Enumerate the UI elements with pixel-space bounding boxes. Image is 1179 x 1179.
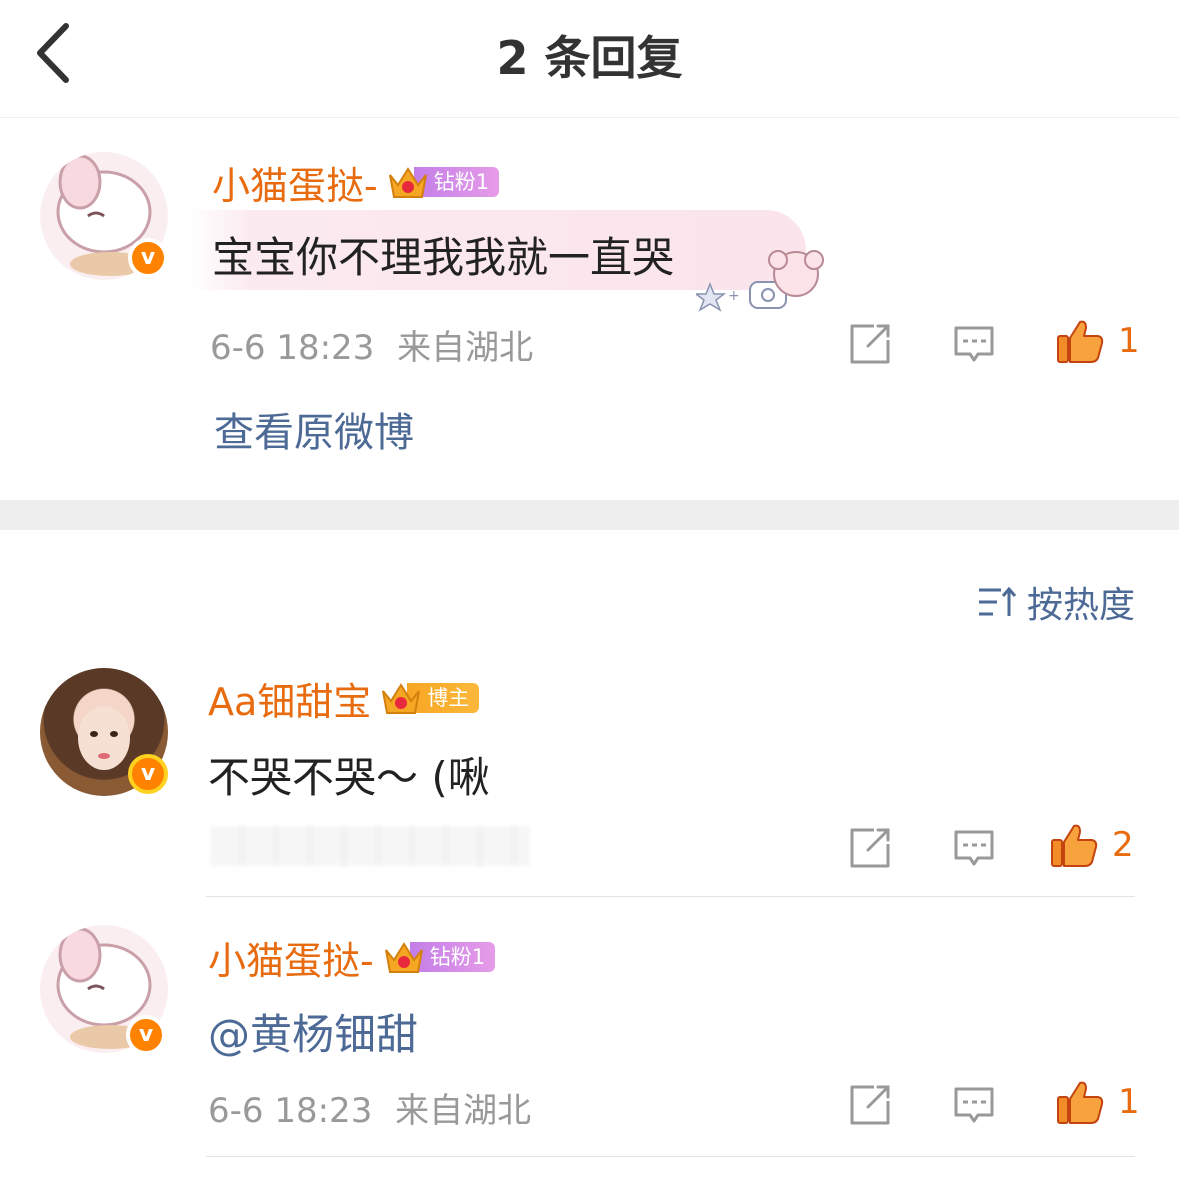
repost-button[interactable] bbox=[848, 322, 892, 366]
sort-label: 按热度 bbox=[1026, 585, 1135, 626]
comment-author: 小猫蛋挞- 钻粉1 bbox=[208, 930, 496, 985]
fan-badge[interactable]: 钻粉1 bbox=[382, 938, 496, 976]
fan-badge[interactable]: 钻粉1 bbox=[386, 163, 500, 201]
comment-button[interactable] bbox=[952, 322, 996, 366]
comment-button[interactable] bbox=[952, 826, 996, 870]
like-count: 2 bbox=[1112, 825, 1134, 865]
comment-author: 小猫蛋挞- 钻粉1 bbox=[212, 155, 500, 210]
thumbs-up-icon bbox=[1057, 320, 1104, 363]
like-button[interactable]: 1 bbox=[1056, 1079, 1140, 1125]
comment-author: Aa钿甜宝 博主 bbox=[208, 671, 480, 726]
reply-divider bbox=[206, 1156, 1135, 1157]
username-link[interactable]: 小猫蛋挞- bbox=[208, 930, 374, 985]
repost-button[interactable] bbox=[848, 1083, 892, 1127]
thumbs-up-icon bbox=[1057, 1081, 1104, 1124]
repost-icon bbox=[850, 1085, 890, 1125]
page-title: 2 条回复 bbox=[496, 31, 683, 85]
reply-item: v 小猫蛋挞- 钻粉1 @黄杨钿甜 6-6 18:23 来自湖北 1 bbox=[0, 897, 1179, 1157]
host-badge[interactable]: 博主 bbox=[379, 679, 480, 717]
verified-badge-icon: v bbox=[128, 754, 168, 794]
svg-text:+: + bbox=[728, 288, 740, 304]
verified-badge-icon: v bbox=[126, 1015, 166, 1055]
top-nav-bar: 2 条回复 bbox=[0, 0, 1179, 118]
reply-item: v Aa钿甜宝 博主 不哭不哭～ (啾 2 bbox=[0, 640, 1179, 896]
repost-icon bbox=[850, 828, 890, 868]
like-count: 1 bbox=[1118, 321, 1140, 361]
like-count: 1 bbox=[1118, 1082, 1140, 1122]
blurred-comment-meta bbox=[210, 826, 530, 866]
like-button[interactable]: 2 bbox=[1050, 822, 1134, 868]
comment-icon bbox=[954, 1087, 994, 1123]
comment-text: 不哭不哭～ (啾 bbox=[208, 753, 490, 802]
comment-meta: 6-6 18:23 来自湖北 bbox=[210, 320, 533, 369]
crown-icon bbox=[388, 167, 427, 198]
sort-icon bbox=[978, 586, 1017, 616]
verified-badge-icon: v bbox=[128, 238, 168, 278]
section-divider bbox=[0, 500, 1179, 530]
mention-link[interactable]: @黄杨钿甜 bbox=[208, 1001, 418, 1062]
crown-icon bbox=[382, 683, 421, 714]
comment-text: 宝宝你不理我我就一直哭 bbox=[212, 233, 675, 282]
main-comment: v 小猫蛋挞- 钻粉1 + 宝宝你不理我我就一直哭 6-6 18:23 来自湖北 bbox=[0, 118, 1179, 500]
comment-button[interactable] bbox=[952, 1083, 996, 1127]
comment-location: 来自湖北 bbox=[395, 1091, 532, 1131]
crown-icon bbox=[384, 942, 423, 973]
comment-location: 来自湖北 bbox=[397, 328, 534, 368]
username-link[interactable]: 小猫蛋挞- bbox=[212, 155, 378, 210]
comment-icon bbox=[954, 326, 994, 362]
thumbs-up-icon bbox=[1051, 824, 1098, 867]
username-link[interactable]: Aa钿甜宝 bbox=[208, 671, 371, 726]
comment-meta: 6-6 18:23 来自湖北 bbox=[208, 1083, 531, 1132]
repost-icon bbox=[850, 324, 890, 364]
bubble-decoration-icon: + bbox=[696, 250, 824, 312]
comment-time: 6-6 18:23 bbox=[210, 328, 375, 368]
comment-time: 6-6 18:23 bbox=[208, 1091, 373, 1131]
repost-button[interactable] bbox=[848, 826, 892, 870]
like-button[interactable]: 1 bbox=[1056, 318, 1140, 364]
view-original-post-link[interactable]: 查看原微博 bbox=[214, 400, 414, 458]
sort-control[interactable]: 按热度 bbox=[977, 576, 1135, 628]
comment-icon bbox=[954, 830, 994, 866]
